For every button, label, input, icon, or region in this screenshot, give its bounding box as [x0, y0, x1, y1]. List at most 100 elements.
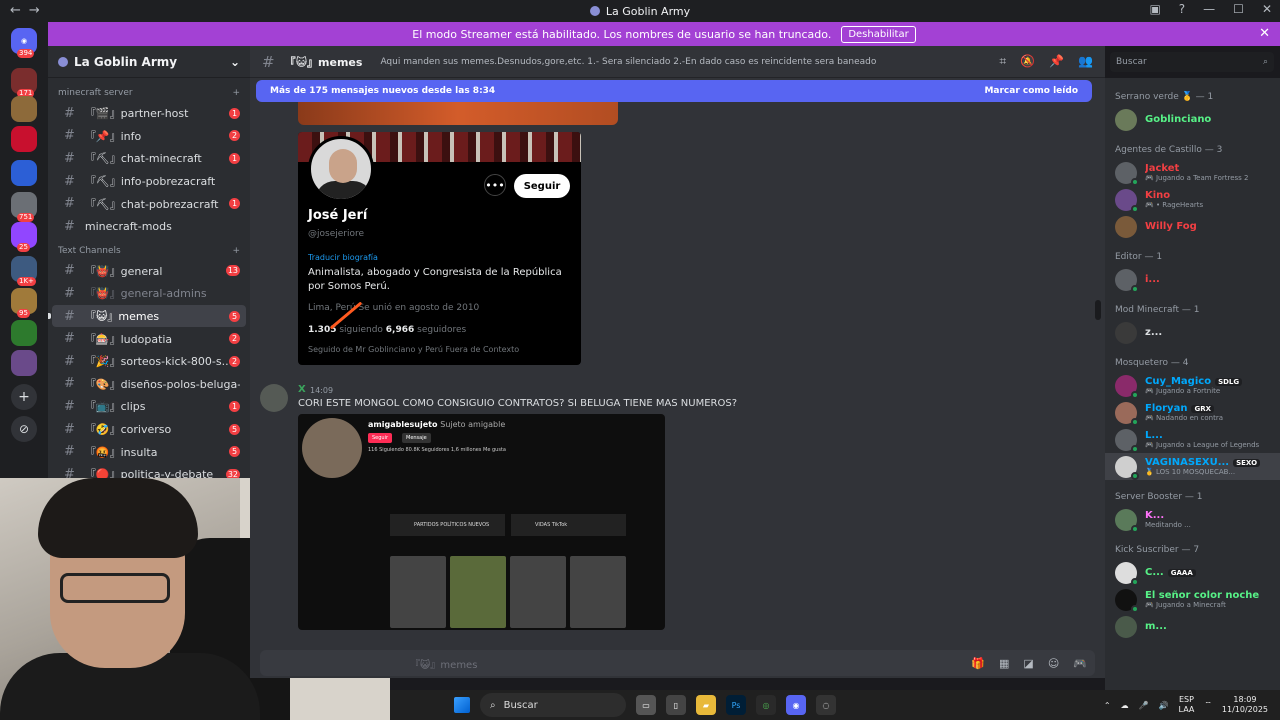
- video-thumbnail: [450, 556, 506, 628]
- channel-item-active[interactable]: # 『😺』memes 5: [48, 304, 246, 328]
- server-icon[interactable]: 95: [11, 288, 37, 318]
- app-icon[interactable]: ▯: [666, 695, 686, 715]
- task-view-icon[interactable]: ▭: [636, 695, 656, 715]
- server-icon[interactable]: 171: [11, 68, 37, 98]
- server-icon[interactable]: [11, 126, 37, 152]
- channel-item[interactable]: # 『🎬』partner-host 1: [52, 102, 246, 125]
- inbox-icon[interactable]: ▣: [1149, 2, 1160, 16]
- member-item[interactable]: Floryan GRX 🎮 Nadando en contra: [1105, 399, 1280, 426]
- pin-icon[interactable]: 📌: [1049, 54, 1064, 69]
- add-channel-icon[interactable]: +: [232, 246, 240, 256]
- search-input[interactable]: Buscar ⌕: [1110, 52, 1274, 72]
- server-icon[interactable]: 751: [11, 192, 37, 222]
- volume-icon[interactable]: 🔊: [1159, 701, 1169, 710]
- channel-item[interactable]: # minecraft-mods: [52, 215, 246, 238]
- back-icon[interactable]: ←: [10, 3, 29, 18]
- member-item[interactable]: L... 🎮 Jugando a League of Legends: [1105, 426, 1280, 453]
- emoji-icon[interactable]: ☺: [1048, 657, 1059, 670]
- channel-item[interactable]: # 『⛏』info-pobrezacraft: [52, 170, 246, 193]
- channel-item[interactable]: # 『👹』general-admins: [52, 282, 246, 305]
- app-icon[interactable]: ◌: [816, 695, 836, 715]
- server-icon[interactable]: 1K+: [11, 256, 37, 286]
- wifi-icon[interactable]: ⌔: [1204, 700, 1212, 710]
- sticker-icon[interactable]: ◪: [1023, 657, 1033, 670]
- member-item[interactable]: VAGINASEXU... SEXO 🥇 LOS 10 MOSQUECAB...: [1105, 453, 1280, 480]
- member-item[interactable]: C... GAAA: [1105, 559, 1280, 586]
- member-item[interactable]: Cuy_Magico SDLG 🎮 Jugando a Fortnite: [1105, 372, 1280, 399]
- tiktok-screenshot[interactable]: amigablesujeto Sujeto amigable Seguir Me…: [298, 414, 665, 630]
- message-input[interactable]: 『😺』memes 🎁 ▦ ◪ ☺ 🎮: [260, 650, 1095, 676]
- nav-arrows[interactable]: ←→: [10, 3, 48, 18]
- cloud-icon[interactable]: ☁: [1121, 701, 1129, 710]
- member-item[interactable]: Willy Fog: [1105, 213, 1280, 240]
- channel-item[interactable]: # 『🤬』insulta 5: [52, 440, 246, 463]
- member-item[interactable]: K... Meditando ...: [1105, 506, 1280, 533]
- new-messages-bar[interactable]: Más de 175 mensajes nuevos desde las 8:3…: [256, 80, 1092, 102]
- notifications-muted-icon[interactable]: 🔕: [1020, 54, 1035, 69]
- discover-icon[interactable]: ⊘: [11, 416, 37, 442]
- x-profile-screenshot[interactable]: ••• Seguir José Jerí @josejeriore Traduc…: [298, 132, 581, 365]
- server-icon[interactable]: [11, 350, 37, 376]
- server-icon[interactable]: [11, 160, 37, 186]
- hash-icon: #: [64, 173, 75, 189]
- chrome-icon[interactable]: ◎: [756, 695, 776, 715]
- disable-button[interactable]: Deshabilitar: [841, 25, 916, 43]
- chevron-up-icon[interactable]: ⌃: [1104, 701, 1111, 710]
- mic-icon[interactable]: 🎤: [1139, 701, 1149, 710]
- channel-item[interactable]: # 『⛏』chat-minecraft 1: [52, 147, 246, 170]
- apps-icon[interactable]: 🎮: [1073, 657, 1087, 670]
- server-icon[interactable]: [11, 320, 37, 346]
- add-server-icon[interactable]: +: [11, 384, 37, 410]
- discord-taskbar-icon[interactable]: ◉: [786, 695, 806, 715]
- channel-item[interactable]: # 『🎨』diseños-polos-beluga-ar...: [52, 373, 246, 396]
- maximize-icon[interactable]: ☐: [1233, 2, 1244, 16]
- follow-button: Seguir: [514, 174, 570, 198]
- language-indicator[interactable]: ESP LAA: [1179, 695, 1195, 715]
- file-explorer-icon[interactable]: ▰: [696, 695, 716, 715]
- avatar[interactable]: [260, 384, 288, 412]
- category-minecraft-server[interactable]: minecraft server +: [48, 84, 250, 102]
- member-item[interactable]: Goblinciano: [1105, 106, 1280, 133]
- scrollbar[interactable]: [1095, 300, 1101, 320]
- channel-item[interactable]: # 『📌』info 2: [52, 125, 246, 148]
- channel-item[interactable]: # 『⛏』chat-pobrezacraft 1: [52, 192, 246, 215]
- forward-icon[interactable]: →: [29, 3, 48, 18]
- taskbar-search[interactable]: ⌕ Buscar: [480, 693, 626, 717]
- twitch-server-icon[interactable]: 25: [11, 222, 37, 252]
- discord-home-icon[interactable]: ◉ 394: [11, 28, 37, 58]
- server-icon[interactable]: [11, 96, 37, 122]
- gift-icon[interactable]: 🎁: [971, 657, 985, 670]
- windows-start-icon[interactable]: [454, 697, 470, 713]
- member-item[interactable]: Jacket 🎮 Jugando a Team Fortress 2: [1105, 159, 1280, 186]
- threads-icon[interactable]: ⌗: [999, 54, 1006, 69]
- message-author[interactable]: X: [298, 384, 306, 395]
- member-item[interactable]: z...: [1105, 319, 1280, 346]
- channel-item[interactable]: # 『🎉』sorteos-kick-800-s... 2: [52, 350, 246, 373]
- hash-icon: #: [64, 444, 75, 460]
- category-text-channels[interactable]: Text Channels +: [48, 242, 250, 260]
- close-icon[interactable]: ✕: [1259, 26, 1270, 41]
- channel-item[interactable]: # 『👹』general 13: [52, 260, 246, 283]
- mark-read-button[interactable]: Marcar como leído: [984, 86, 1078, 96]
- member-item[interactable]: El señor color noche 🎮 Jugando a Minecraf…: [1105, 586, 1280, 613]
- unread-badge: 1: [229, 152, 240, 164]
- help-icon[interactable]: ?: [1179, 2, 1185, 16]
- member-item[interactable]: Kino 🎮 • RageHearts: [1105, 186, 1280, 213]
- close-icon[interactable]: ✕: [1262, 2, 1272, 16]
- minimize-icon[interactable]: —: [1203, 2, 1215, 16]
- channel-item[interactable]: # 『📺』clips 1: [52, 395, 246, 418]
- channel-item[interactable]: # 『🎰』ludopatia 2: [52, 327, 246, 350]
- clock[interactable]: 18:09 11/10/2025: [1222, 695, 1268, 715]
- add-channel-icon[interactable]: +: [232, 88, 240, 98]
- guild-header[interactable]: La Goblin Army ⌄: [48, 46, 250, 78]
- members-icon[interactable]: 👥: [1078, 54, 1093, 69]
- chevron-down-icon[interactable]: ⌄: [230, 55, 240, 69]
- video-thumbnail: [390, 556, 446, 628]
- member-item[interactable]: m...: [1105, 613, 1280, 640]
- photoshop-icon[interactable]: Ps: [726, 695, 746, 715]
- member-item[interactable]: i...: [1105, 266, 1280, 293]
- channel-topic[interactable]: Aqui manden sus memes.Desnudos,gore,etc.…: [380, 57, 989, 67]
- member-name: K...: [1145, 510, 1165, 521]
- gif-icon[interactable]: ▦: [999, 657, 1009, 670]
- channel-item[interactable]: # 『🤣』coriverso 5: [52, 418, 246, 441]
